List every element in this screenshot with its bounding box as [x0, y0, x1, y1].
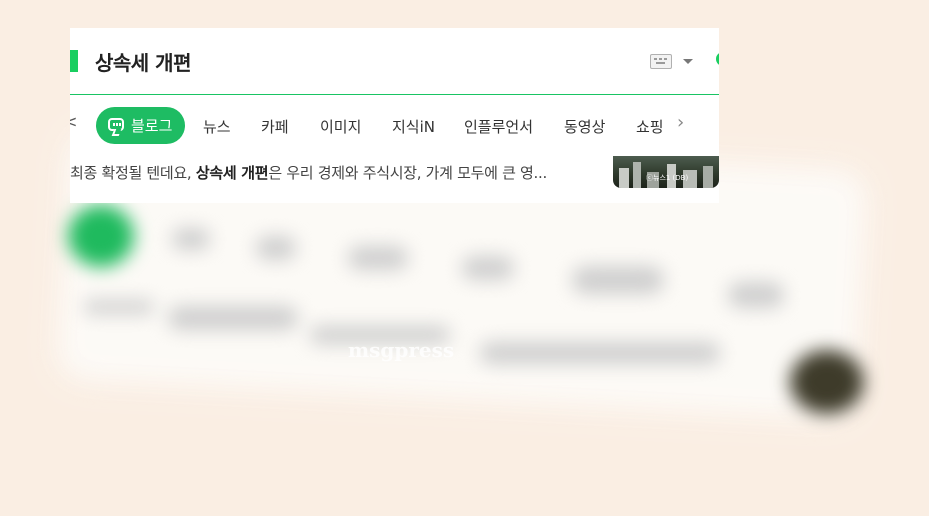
snippet-text-before: 최종 확정될 텐데요,: [70, 164, 196, 182]
search-bar: 상속세 개편: [70, 28, 719, 95]
category-tabs: < 블로그 뉴스 카페 이미지 지식iN 인플루언서 동영상 쇼핑 ›: [70, 104, 719, 148]
brand-accent-bar: [70, 50, 78, 72]
tab-cafe[interactable]: 카페: [261, 116, 289, 137]
tab-news[interactable]: 뉴스: [203, 116, 231, 137]
snippet-text-after: 은 우리 경제와 주식시장, 가계 모두에 큰 영...: [268, 164, 547, 182]
watermark-text: msgpress: [348, 338, 455, 362]
result-snippet[interactable]: 최종 확정될 텐데요, 상속세 개편은 우리 경제와 주식시장, 가계 모두에 …: [70, 162, 547, 183]
tab-kin[interactable]: 지식iN: [392, 116, 435, 137]
tab-video[interactable]: 동영상: [564, 116, 605, 137]
tab-influencer[interactable]: 인플루언서: [464, 116, 533, 137]
result-thumbnail[interactable]: ⓒ뉴스1 (DB): [613, 156, 719, 188]
search-button[interactable]: [716, 52, 719, 66]
tab-image[interactable]: 이미지: [320, 116, 361, 137]
tab-shopping[interactable]: 쇼핑: [636, 116, 664, 137]
chevron-left-icon[interactable]: <: [70, 112, 77, 131]
search-input[interactable]: 상속세 개편: [95, 47, 191, 76]
tab-label: 블로그: [131, 117, 173, 135]
keyboard-icon[interactable]: [650, 54, 672, 69]
blog-icon: [108, 118, 124, 131]
search-result-card: 상속세 개편 < 블로그 뉴스 카페 이미지 지식iN 인플루언서 동영상 쇼핑…: [70, 28, 719, 203]
chevron-right-icon[interactable]: ›: [677, 112, 684, 133]
thumbnail-caption: ⓒ뉴스1 (DB): [646, 174, 689, 182]
dropdown-caret-icon[interactable]: [683, 59, 693, 64]
snippet-highlight: 상속세 개편: [195, 164, 269, 182]
tab-blog[interactable]: 블로그: [96, 107, 185, 144]
